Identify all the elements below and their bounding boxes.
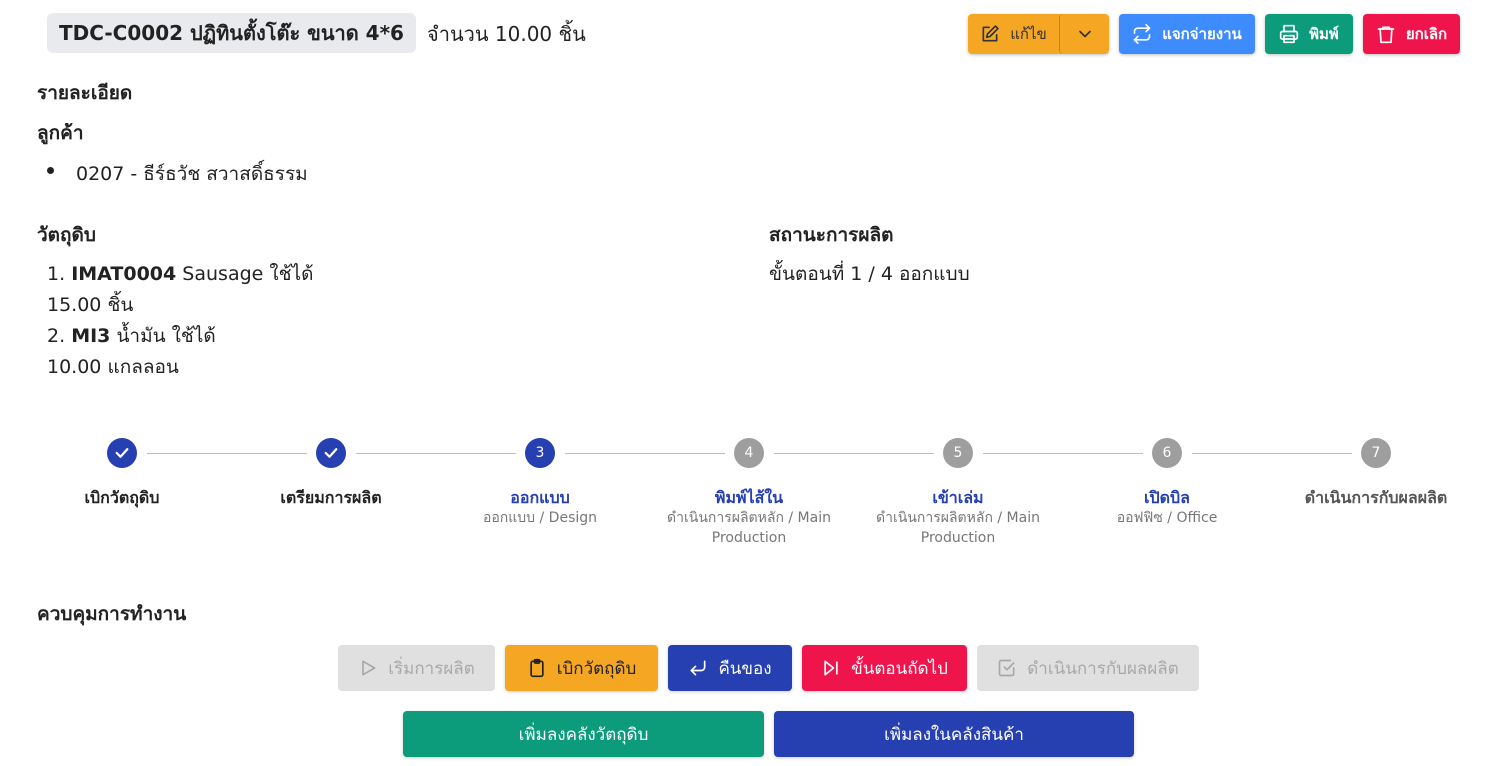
step-sublabel: ดำเนินการผลิตหลัก / Main Production [876, 510, 1040, 546]
production-status-heading: สถานะการผลิต [769, 224, 894, 246]
skip-forward-icon [824, 660, 838, 676]
material-qty: 15.00 [47, 294, 102, 316]
step-circle [107, 438, 137, 468]
materials-heading: วัตถุดิบ [37, 224, 96, 246]
withdraw-material-button[interactable]: เบิกวัตถุดิบ [505, 645, 658, 691]
step-label: เตรียมการผลิต [280, 488, 382, 507]
trash-icon [1377, 26, 1395, 44]
details-heading: รายละเอียด [37, 82, 133, 104]
production-stepper: เบิกวัตถุดิบ เตรียมการผลิต 3 ออกแบบ ออกแ… [0, 437, 1498, 567]
step-4[interactable]: 4 พิมพ์ไส้ใน ดำเนินการผลิตหลัก / Main Pr… [649, 437, 849, 548]
check-icon [324, 448, 338, 458]
handle-output-button[interactable]: ดำเนินการกับผลผลิต [977, 645, 1199, 691]
print-label: พิมพ์ [1309, 25, 1339, 43]
step-2[interactable]: เตรียมการผลิต [231, 437, 431, 508]
material-qty-1: 15.00 ชิ้น [47, 290, 133, 320]
step-label: ออกแบบ [510, 488, 570, 507]
customer-item: 0207 - ธีร์ธวัช สวาสดิ์ธรรม [76, 163, 308, 185]
cancel-button[interactable]: ยกเลิก [1363, 14, 1460, 54]
step-circle: 3 [525, 438, 555, 468]
material-qty: 10.00 [47, 356, 102, 378]
edit-button-label: แก้ไข [1010, 25, 1047, 43]
step-circle: 5 [943, 438, 973, 468]
start-production-label: เริ่มการผลิต [388, 658, 475, 679]
print-button[interactable]: พิมพ์ [1265, 14, 1353, 54]
add-material-stock-label: เพิ่มลงคลังวัตถุดิบ [518, 724, 649, 745]
material-index: 1. [47, 263, 66, 285]
step-circle: 6 [1152, 438, 1182, 468]
bullet-dot [47, 167, 54, 174]
step-label: เข้าเล่ม [932, 488, 984, 507]
start-production-button[interactable]: เริ่มการผลิต [338, 645, 495, 691]
controls-heading: ควบคุมการทำงาน [37, 603, 187, 625]
withdraw-material-label: เบิกวัตถุดิบ [556, 658, 637, 679]
edit-button[interactable]: แก้ไข [968, 14, 1059, 54]
material-code: MI3 [71, 325, 111, 347]
assign-work-label: แจกจ่ายงาน [1162, 25, 1242, 43]
return-items-button[interactable]: คืนของ [668, 645, 792, 691]
step-label: พิมพ์ไส้ใน [714, 488, 784, 507]
clipboard-icon [530, 658, 544, 678]
header-actions: แก้ไข แจกจ่ายงาน พิมพ์ ยกเลิก [968, 14, 1460, 54]
step-3[interactable]: 3 ออกแบบ ออกแบบ / Design [440, 437, 640, 528]
step-sublabel: ดำเนินการผลิตหลัก / Main Production [667, 510, 831, 546]
step-6[interactable]: 6 เปิดบิล ออฟฟิซ / Office [1067, 437, 1267, 528]
add-product-stock-button[interactable]: เพิ่มลงในคลังสินค้า [774, 711, 1134, 757]
page-title-text: TDC-C0002 ปฏิทินตั้งโต๊ะ ขนาด 4*6 [59, 21, 404, 45]
page-title: TDC-C0002 ปฏิทินตั้งโต๊ะ ขนาด 4*6 [47, 13, 416, 53]
step-circle: 4 [734, 438, 764, 468]
step-circle [316, 438, 346, 468]
handle-output-label: ดำเนินการกับผลผลิต [1027, 658, 1179, 679]
edit-icon [982, 25, 999, 42]
customer-heading: ลูกค้า [37, 122, 84, 144]
material-unit: แกลลอน [107, 356, 179, 378]
next-step-button[interactable]: ขั้นตอนถัดไป [802, 645, 967, 691]
material-item-2: 2. MI3 น้ำมัน ใช้ได้ [47, 321, 216, 351]
production-status-text: ขั้นตอนที่ 1 / 4 ออกแบบ [769, 263, 970, 285]
step-sublabel: ออฟฟิซ / Office [1116, 510, 1218, 526]
material-name: Sausage ใช้ได้ [182, 263, 314, 285]
step-label: เบิกวัตถุดิบ [84, 488, 160, 507]
add-material-stock-button[interactable]: เพิ่มลงคลังวัตถุดิบ [403, 711, 764, 757]
step-circle: 7 [1361, 438, 1391, 468]
step-1[interactable]: เบิกวัตถุดิบ [22, 437, 222, 508]
next-step-label: ขั้นตอนถัดไป [851, 658, 948, 679]
material-code: IMAT0004 [71, 263, 177, 285]
step-7[interactable]: 7 ดำเนินการกับผลผลิต [1276, 437, 1476, 508]
material-unit: ชิ้น [107, 294, 134, 316]
edit-dropdown-toggle[interactable] [1059, 14, 1109, 54]
checkbox-icon [998, 659, 1015, 677]
printer-icon [1279, 24, 1299, 44]
material-qty-2: 10.00 แกลลอน [47, 352, 179, 382]
repeat-icon [1133, 24, 1151, 44]
material-item-1: 1. IMAT0004 Sausage ใช้ได้ [47, 259, 313, 289]
cancel-label: ยกเลิก [1405, 25, 1448, 43]
step-label: เปิดบิล [1144, 488, 1190, 507]
return-icon [690, 660, 706, 676]
chevron-down-icon [1078, 30, 1091, 38]
play-icon [362, 660, 376, 676]
check-icon [115, 448, 129, 458]
material-name: น้ำมัน ใช้ได้ [116, 325, 216, 347]
material-index: 2. [47, 325, 66, 347]
quantity-text: จำนวน 10.00 ชิ้น [427, 22, 586, 46]
step-label: ดำเนินการกับผลผลิต [1304, 488, 1448, 507]
step-sublabel: ออกแบบ / Design [482, 510, 598, 526]
step-5[interactable]: 5 เข้าเล่ม ดำเนินการผลิตหลัก / Main Prod… [858, 437, 1058, 548]
return-items-label: คืนของ [718, 658, 772, 679]
assign-work-button[interactable]: แจกจ่ายงาน [1119, 14, 1255, 54]
add-product-stock-label: เพิ่มลงในคลังสินค้า [884, 724, 1024, 745]
edit-button-group: แก้ไข [968, 14, 1109, 54]
